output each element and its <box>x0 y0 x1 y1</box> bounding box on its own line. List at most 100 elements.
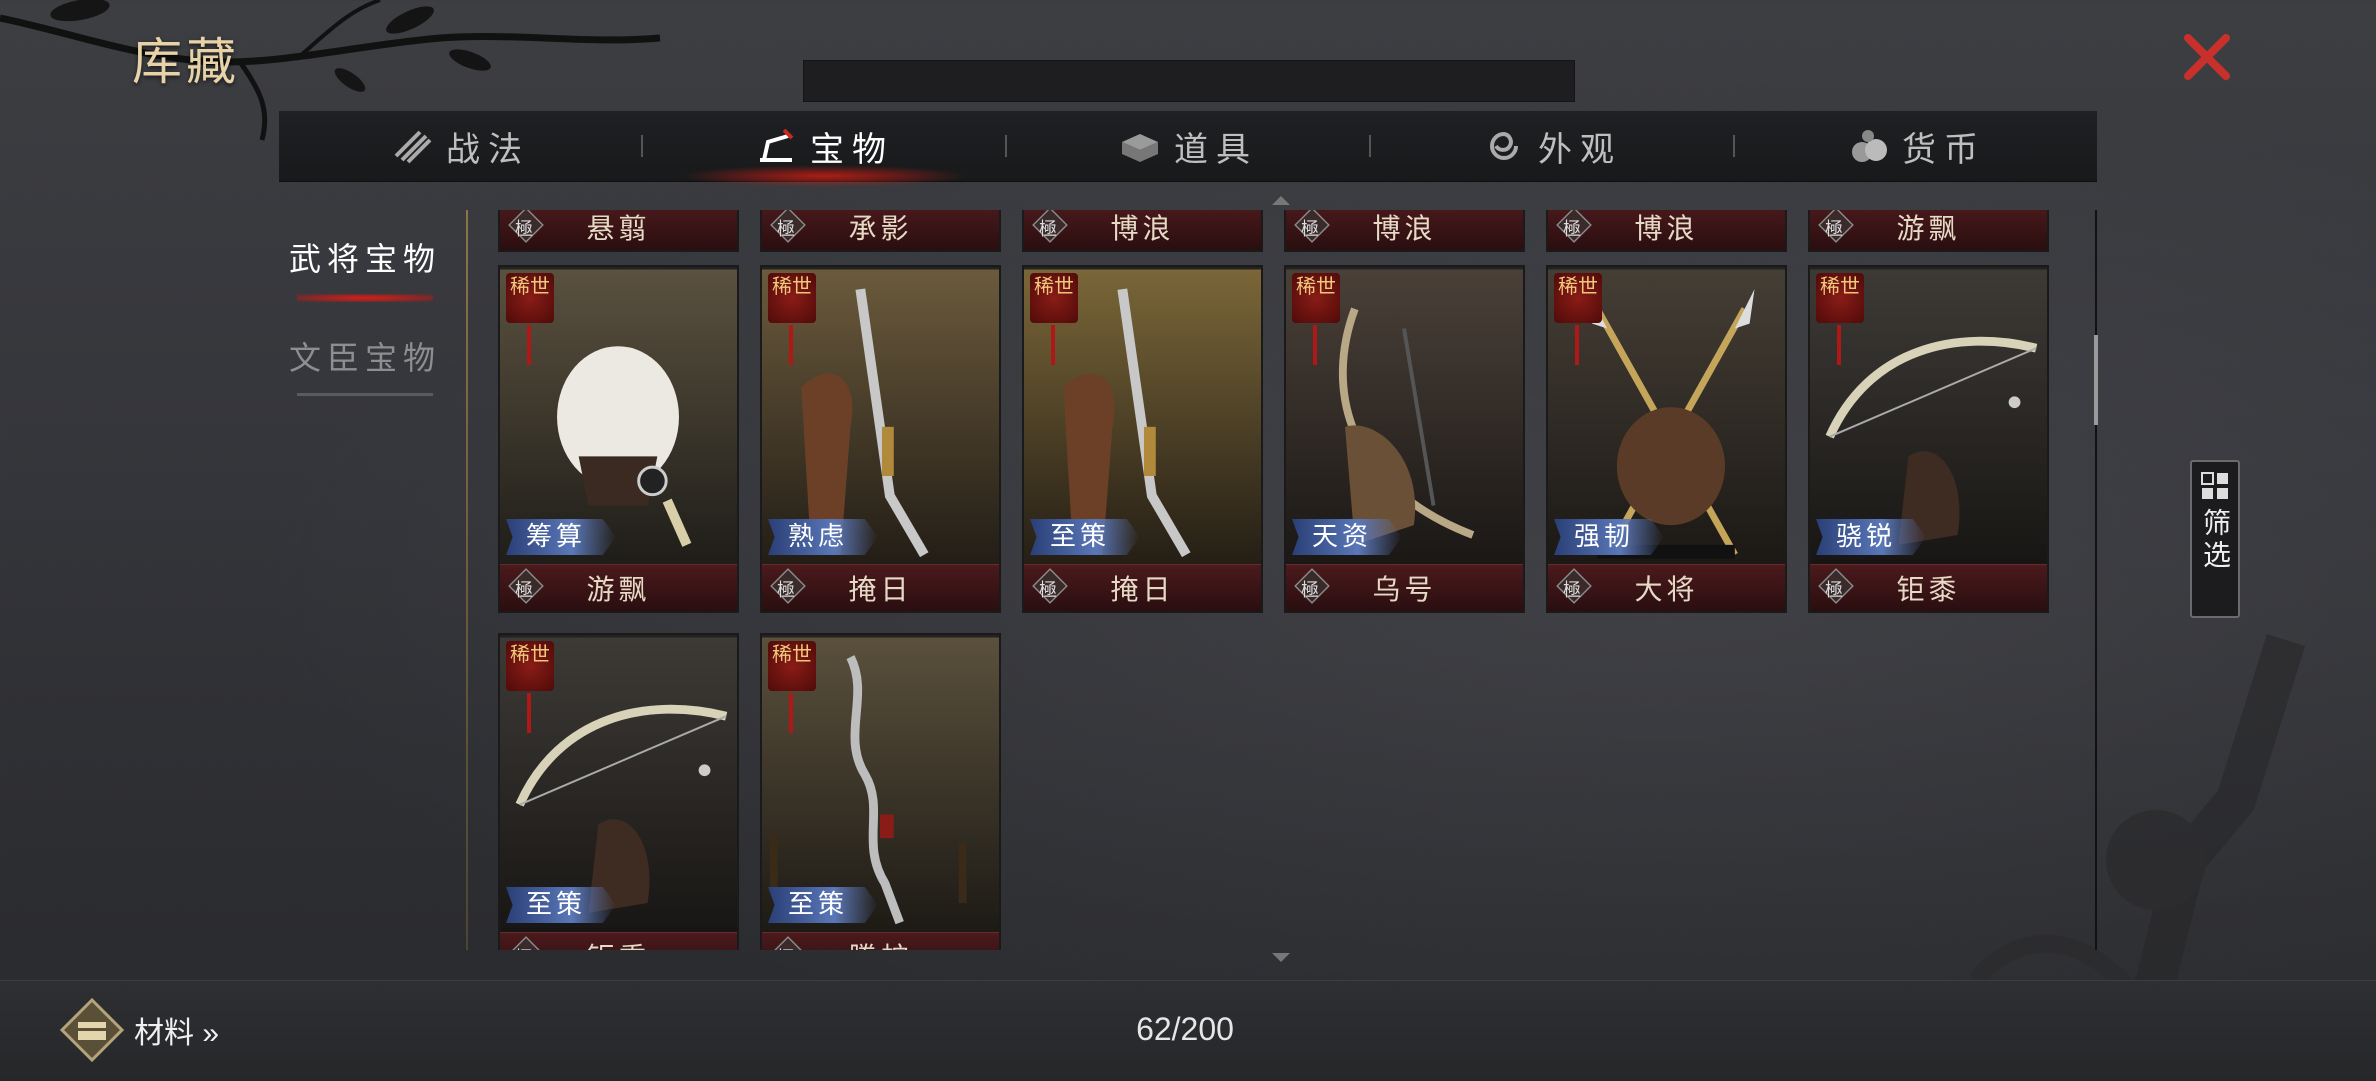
treasure-name-text: 博浪 <box>1372 212 1437 245</box>
rare-badge: 稀世 <box>768 641 816 691</box>
scroll-bundle-icon <box>394 130 432 164</box>
divider <box>297 392 433 396</box>
treasure-name-text: 钜黍 <box>586 936 650 950</box>
tab-label: 宝物 <box>810 129 894 170</box>
treasure-card[interactable]: 博浪 極 <box>1022 210 1263 252</box>
treasure-card[interactable]: 稀世 强韧 大将 極 <box>1546 265 1787 613</box>
treasure-card[interactable]: 悬翦 極 <box>498 210 739 252</box>
scrollbar-thumb[interactable] <box>2094 335 2098 425</box>
tab-items[interactable]: 道具 <box>1007 111 1369 181</box>
rare-tassel <box>789 325 793 365</box>
treasure-card[interactable]: 稀世 天资 乌号 極 <box>1284 265 1525 613</box>
rare-tassel <box>527 325 531 365</box>
skill-tag: 骁锐 <box>1816 519 1927 555</box>
rare-tassel <box>1837 325 1841 365</box>
tab-currency[interactable]: 货币 <box>1735 111 2097 181</box>
rare-badge: 稀世 <box>1816 273 1864 323</box>
treasure-card[interactable]: 稀世 骁锐 钜黍 極 <box>1808 265 2049 613</box>
tab-label: 道具 <box>1174 129 1258 170</box>
grade-label: 極 <box>769 944 803 950</box>
content-left-border <box>466 210 468 950</box>
scroll-track[interactable] <box>2095 210 2097 950</box>
rare-badge: 稀世 <box>1554 273 1602 323</box>
grade-label: 極 <box>777 219 795 240</box>
treasure-grid: 悬翦 極 承影 極 博浪 極 博浪 極 博浪 極 游飘 極 稀世 筹算 游飘 極… <box>490 210 2080 950</box>
grade-label: 極 <box>1039 219 1057 240</box>
grade-label: 極 <box>1825 219 1843 240</box>
grade-label: 極 <box>1301 580 1319 601</box>
item-box-icon <box>1122 134 1158 162</box>
treasure-name-text: 博浪 <box>1110 212 1175 245</box>
rare-badge: 稀世 <box>1030 273 1078 323</box>
tab-tactics[interactable]: 战法 <box>279 111 641 181</box>
tab-appearance[interactable]: 外观 <box>1371 111 1733 181</box>
tab-label: 货币 <box>1902 129 1986 170</box>
treasure-name-text: 钜黍 <box>1896 573 1961 606</box>
grade-label: 極 <box>1563 219 1581 240</box>
sidebar-item-minister-treasure[interactable]: 文臣宝物 <box>270 316 460 412</box>
treasure-card[interactable]: 稀世 熟虑 掩日 極 <box>760 265 1001 613</box>
materials-button[interactable]: 材料 » <box>60 997 219 1063</box>
grid-filter-icon <box>2201 472 2228 499</box>
sidebar-item-general-treasure[interactable]: 武将宝物 <box>270 220 460 316</box>
treasure-count: 62/200 <box>1136 1011 1234 1047</box>
grade-label: 極 <box>1825 580 1843 601</box>
treasure-stand-icon <box>760 128 794 162</box>
treasure-card[interactable]: 稀世 至策 掩日 極 <box>1022 265 1263 613</box>
treasure-name-text: 悬翦 <box>586 212 651 245</box>
materials-chest-icon <box>60 998 124 1062</box>
sidebar-item-label: 文臣宝物 <box>288 338 441 377</box>
page-title: 库藏 <box>132 33 240 91</box>
close-icon[interactable] <box>2180 30 2234 84</box>
grade-label: 極 <box>507 944 541 950</box>
treasure-card[interactable]: 博浪 極 <box>1546 210 1787 252</box>
treasure-card[interactable]: 游飘 極 <box>1808 210 2049 252</box>
category-tab-bar: 战法 宝物 道具 外观 货币 <box>279 110 2097 187</box>
grade-label: 極 <box>777 580 795 601</box>
scroll-up-arrow-icon <box>1272 196 1290 205</box>
treasure-name-text: 博浪 <box>1634 212 1699 245</box>
rare-tassel <box>1051 325 1055 365</box>
grade-label: 極 <box>1301 219 1319 240</box>
treasure-name-text: 大将 <box>1634 573 1699 606</box>
skill-tag: 筹算 <box>506 519 617 555</box>
rare-tassel <box>789 693 793 733</box>
grade-label: 極 <box>515 219 533 240</box>
rare-badge: 稀世 <box>506 273 554 323</box>
skill-tag: 强韧 <box>1554 519 1665 555</box>
treasure-name-text: 游飘 <box>586 573 651 606</box>
treasure-type-sidebar: 武将宝物 文臣宝物 <box>270 220 460 412</box>
rare-badge: 稀世 <box>768 273 816 323</box>
treasure-name-text: 掩日 <box>848 573 913 606</box>
tab-label: 战法 <box>446 129 530 170</box>
treasure-card[interactable]: 稀世 至策 騰蛇 極 <box>760 633 1001 950</box>
swirl-icon <box>1490 131 1518 160</box>
rare-tassel <box>527 693 531 733</box>
skill-tag: 天资 <box>1292 519 1403 555</box>
skill-tag: 熟虑 <box>768 519 879 555</box>
bottom-bar: 材料 » 62/200 <box>0 980 2376 1081</box>
grade-label: 極 <box>515 580 533 601</box>
rare-badge: 稀世 <box>506 641 554 691</box>
treasure-card[interactable]: 稀世 筹算 游飘 極 <box>498 265 739 613</box>
treasure-name-text: 掩日 <box>1110 573 1175 606</box>
grade-label: 極 <box>1039 580 1057 601</box>
treasure-card[interactable]: 稀世 至策 钜黍 極 <box>498 633 739 950</box>
rare-tassel <box>1313 325 1317 365</box>
treasure-card[interactable]: 承影 極 <box>760 210 1001 252</box>
tab-treasure[interactable]: 宝物 <box>643 111 1005 187</box>
treasure-name-text: 乌号 <box>1372 573 1437 606</box>
treasure-card[interactable]: 博浪 極 <box>1284 210 1525 252</box>
treasure-name-text: 承影 <box>848 212 913 245</box>
skill-tag: 至策 <box>768 887 879 923</box>
search-bar-blank <box>803 60 1575 102</box>
skill-tag: 至策 <box>1030 519 1141 555</box>
grade-label: 極 <box>1563 580 1581 601</box>
rare-tassel <box>1575 325 1579 365</box>
treasure-name-text: 游飘 <box>1896 212 1961 245</box>
treasure-name-text: 騰蛇 <box>848 936 912 950</box>
rare-badge: 稀世 <box>1292 273 1340 323</box>
skill-tag: 至策 <box>506 887 617 923</box>
sidebar-item-label: 武将宝物 <box>288 240 441 278</box>
filter-button[interactable]: 筛选 <box>2190 460 2240 618</box>
